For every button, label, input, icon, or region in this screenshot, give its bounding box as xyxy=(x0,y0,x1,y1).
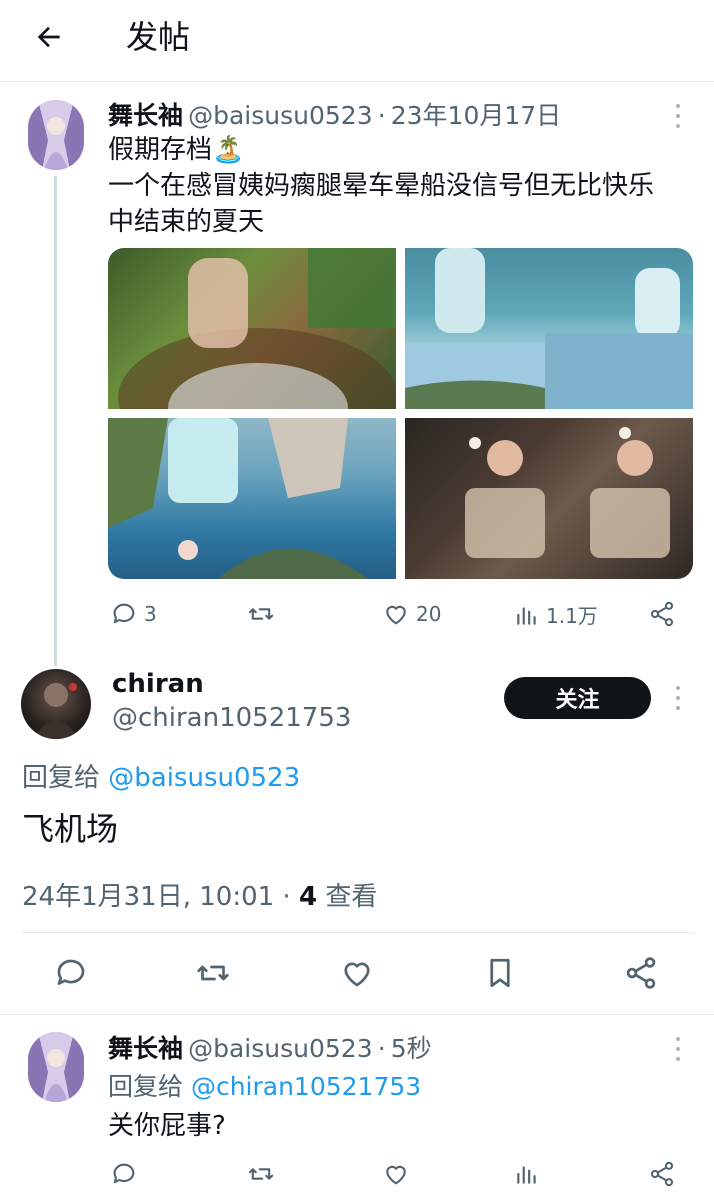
reply-to: 回复给 @chiran10521753 xyxy=(108,1067,421,1103)
reply-icon xyxy=(113,603,135,624)
like-button[interactable]: 20 xyxy=(382,600,441,628)
like-icon xyxy=(386,605,406,625)
back-button[interactable] xyxy=(26,14,72,60)
tweet-header: 舞长袖 @baisusu0523 · 5秒 xyxy=(108,1029,432,1065)
retweet-button[interactable] xyxy=(246,600,276,628)
timestamp-text[interactable]: 24年1月31日, 10:01 · xyxy=(22,882,299,912)
photo-3[interactable] xyxy=(108,418,396,579)
divider xyxy=(22,932,694,933)
share-icon xyxy=(626,957,656,989)
photo-1-image xyxy=(118,248,396,409)
author-handle[interactable]: @baisusu0523 xyxy=(188,101,373,130)
divider xyxy=(0,1014,714,1015)
photo-2-image xyxy=(405,248,693,409)
reply-text: 飞机场 xyxy=(22,810,119,848)
like-button[interactable] xyxy=(339,955,375,991)
photo-1[interactable] xyxy=(108,248,396,409)
avatar[interactable] xyxy=(28,1032,84,1102)
author-handle[interactable]: @baisusu0523 xyxy=(188,1034,373,1063)
reply-count: 3 xyxy=(144,602,157,626)
views-button[interactable]: 1.1万 xyxy=(514,600,598,629)
share-button[interactable] xyxy=(648,600,676,628)
avatar-image xyxy=(28,100,84,170)
bookmark-icon xyxy=(490,958,510,988)
more-icon xyxy=(676,104,680,108)
views-icon xyxy=(517,1166,536,1184)
page-title: 发帖 xyxy=(126,18,191,56)
views-label: 查看 xyxy=(317,882,378,912)
author-handle[interactable]: @chiran10521753 xyxy=(112,703,351,733)
reply-button[interactable] xyxy=(110,1160,138,1188)
reply-icon xyxy=(57,959,85,985)
like-count: 20 xyxy=(416,602,442,626)
tweet-text-line: 中结束的夏天 xyxy=(108,207,265,237)
author-name[interactable]: 舞长袖 xyxy=(108,101,183,130)
tweet-text-line: 一个在感冒姨妈瘸腿晕车晕船没信号但无比快乐 xyxy=(108,171,655,201)
avatar[interactable] xyxy=(28,100,84,170)
app-header: 发帖 xyxy=(0,0,714,82)
retweet-icon xyxy=(248,1168,274,1180)
more-icon xyxy=(676,686,680,690)
avatar[interactable] xyxy=(21,669,91,739)
like-icon xyxy=(386,1165,406,1185)
avatar-image xyxy=(33,683,79,739)
share-icon xyxy=(650,1161,674,1187)
like-button[interactable] xyxy=(382,1160,410,1188)
reply-button[interactable]: 3 xyxy=(110,600,157,628)
reply-to: 回复给 @baisusu0523 xyxy=(22,757,300,794)
views-count: 1.1万 xyxy=(546,604,598,628)
media-grid xyxy=(108,248,693,579)
photo-2[interactable] xyxy=(405,248,693,409)
follow-button[interactable]: 关注 xyxy=(504,677,651,719)
thread-line xyxy=(54,176,57,666)
photo-3-image xyxy=(108,418,368,579)
retweet-button[interactable] xyxy=(194,955,232,991)
reply-to-handle[interactable]: @baisusu0523 xyxy=(108,763,300,793)
like-icon xyxy=(344,962,370,987)
reply-icon xyxy=(113,1163,135,1184)
meta-separator: · xyxy=(377,1034,386,1063)
share-icon xyxy=(650,601,674,627)
retweet-button[interactable] xyxy=(246,1160,276,1188)
tweet-date[interactable]: 23年10月17日 xyxy=(391,101,561,130)
bookmark-button[interactable] xyxy=(482,955,518,991)
tweet-header: 舞长袖 @baisusu0523 · 23年10月17日 xyxy=(108,96,561,132)
views-button[interactable] xyxy=(514,1160,540,1188)
more-icon xyxy=(676,1037,680,1041)
reply-text: 关你屁事? xyxy=(108,1111,226,1141)
avatar-image xyxy=(28,1032,84,1102)
photo-4[interactable] xyxy=(405,418,693,579)
reply-button[interactable] xyxy=(53,955,89,991)
reply-to-prefix: 回复给 xyxy=(22,763,109,793)
author-name[interactable]: 舞长袖 xyxy=(108,1034,183,1063)
back-arrow-icon xyxy=(37,26,60,48)
views-icon xyxy=(517,606,536,625)
share-button[interactable] xyxy=(648,1160,676,1188)
meta-separator: · xyxy=(377,101,386,130)
views-count: 4 xyxy=(298,882,318,912)
more-button[interactable] xyxy=(668,1034,688,1064)
more-button[interactable] xyxy=(668,683,688,713)
tweet-text-line: 假期存档🏝️ xyxy=(108,135,245,165)
tweet-time[interactable]: 5秒 xyxy=(391,1034,432,1063)
reply-to-handle[interactable]: @chiran10521753 xyxy=(191,1072,421,1101)
more-button[interactable] xyxy=(668,101,688,131)
retweet-icon xyxy=(248,608,274,620)
tweet-text: 假期存档🏝️ 一个在感冒姨妈瘸腿晕车晕船没信号但无比快乐 中结束的夏天 xyxy=(108,132,654,240)
retweet-icon xyxy=(197,965,229,981)
share-button[interactable] xyxy=(623,955,659,991)
reply-timestamp: 24年1月31日, 10:01 · 4 查看 xyxy=(22,876,377,913)
photo-4-image xyxy=(465,427,670,558)
reply-to-prefix: 回复给 xyxy=(108,1072,191,1101)
author-name[interactable]: chiran xyxy=(112,669,204,699)
